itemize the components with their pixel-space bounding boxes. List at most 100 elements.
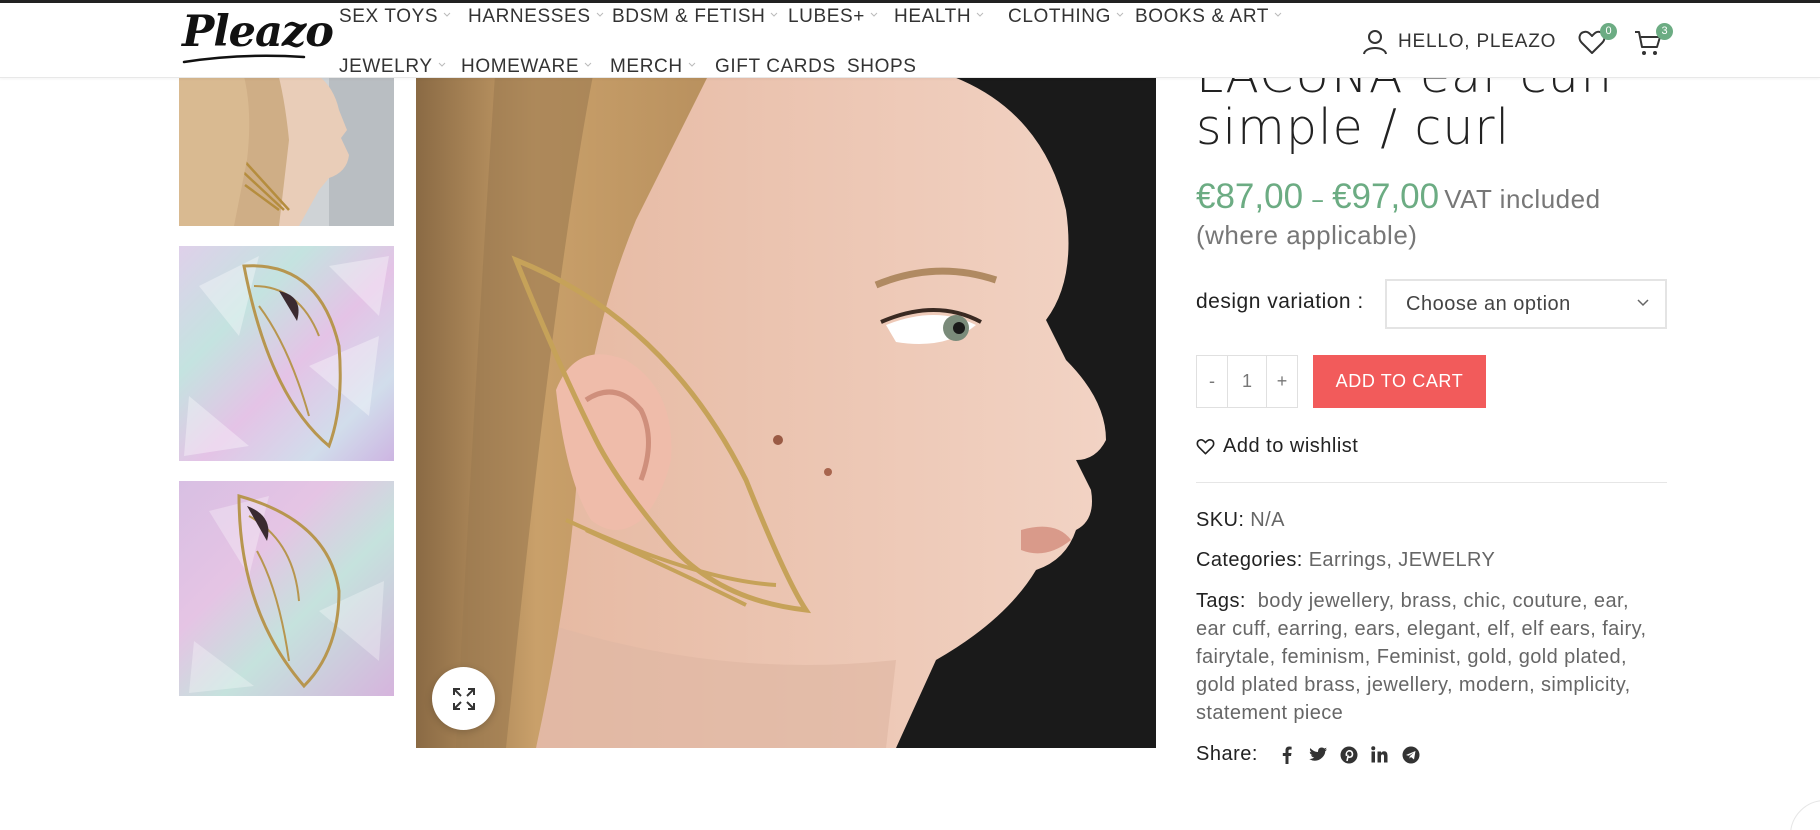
chevron-down-icon: [1637, 299, 1649, 307]
quantity-input[interactable]: 1: [1227, 356, 1267, 407]
tags-row: Tags: body jewellery, brass, chic, coutu…: [1196, 590, 1647, 724]
tag-link[interactable]: chic: [1463, 590, 1500, 612]
tag-link[interactable]: gold plated brass: [1196, 674, 1355, 696]
main-product-image[interactable]: [416, 60, 1156, 748]
summary-divider: [1196, 482, 1667, 483]
tag-link[interactable]: ears: [1354, 618, 1395, 640]
site-header: Pleazo SEX TOYS HARNESSES BDSM & FETISH LUB…: [0, 3, 1820, 78]
tag-link[interactable]: jewellery: [1367, 674, 1447, 696]
cuff-holographic-image-1: [179, 246, 394, 461]
nav-item-label: SEX TOYS: [339, 6, 439, 27]
sku-label: SKU:: [1196, 509, 1245, 531]
nav-item-label: HEALTH: [894, 6, 972, 27]
model-ear-cuff-photo: [416, 60, 1156, 748]
nav-item-label: BOOKS & ART: [1135, 6, 1270, 27]
linkedin-icon[interactable]: [1371, 746, 1389, 764]
tag-link[interactable]: gold: [1467, 646, 1506, 668]
nav-item-clothing[interactable]: CLOTHING: [1008, 7, 1124, 27]
tag-link[interactable]: Feminist: [1377, 646, 1456, 668]
nav-item-label: GIFT CARDS: [715, 56, 836, 77]
site-logo[interactable]: Pleazo: [182, 11, 334, 54]
tag-link[interactable]: gold plated: [1519, 646, 1621, 668]
tag-link[interactable]: statement piece: [1196, 702, 1343, 724]
price-max: €97,00: [1332, 177, 1440, 216]
tag-link[interactable]: simplicity: [1541, 674, 1625, 696]
categories-row: Categories: Earrings, JEWELRY: [1196, 549, 1496, 571]
tag-link[interactable]: couture: [1512, 590, 1582, 612]
tag-link[interactable]: fairy: [1602, 618, 1640, 640]
design-variation-select[interactable]: Choose an option: [1385, 279, 1667, 329]
nav-item-bdsm-fetish[interactable]: BDSM & FETISH: [612, 7, 778, 27]
heart-icon: [1196, 439, 1215, 455]
quantity-decrease-button[interactable]: -: [1197, 356, 1227, 407]
expand-image-button[interactable]: [432, 667, 495, 730]
nav-item-label: MERCH: [610, 56, 683, 77]
categories-label: Categories:: [1196, 549, 1303, 571]
tag-link[interactable]: ear cuff: [1196, 618, 1266, 640]
tag-link[interactable]: modern: [1459, 674, 1529, 696]
chevron-down-icon: [865, 6, 878, 27]
header-cart-button[interactable]: 3: [1634, 23, 1673, 57]
nav-item-harnesses[interactable]: HARNESSES: [468, 7, 604, 27]
add-to-cart-button[interactable]: ADD TO CART: [1313, 355, 1486, 408]
chevron-down-icon: [438, 6, 451, 27]
quantity-increase-button[interactable]: +: [1267, 356, 1297, 407]
variation-label: design variation :: [1196, 290, 1364, 313]
nav-item-merch[interactable]: MERCH: [610, 57, 696, 77]
chevron-down-icon: [683, 56, 696, 77]
chevron-down-icon: [971, 6, 984, 27]
add-to-wishlist-link[interactable]: Add to wishlist: [1196, 435, 1358, 458]
tag-link[interactable]: brass: [1401, 590, 1452, 612]
model-profile-thumbnail-image: [179, 60, 394, 226]
tag-link[interactable]: body jewellery: [1258, 590, 1389, 612]
price-separator: –: [1311, 185, 1325, 215]
thumbnail-cuff-holographic-1[interactable]: [179, 246, 394, 461]
chevron-down-icon: [1111, 6, 1124, 27]
tag-link[interactable]: elf: [1487, 618, 1509, 640]
tags-label: Tags:: [1196, 590, 1246, 612]
chevron-down-icon: [765, 6, 778, 27]
header-wishlist-button[interactable]: 0: [1578, 23, 1617, 57]
product-price: €87,00– €97,00 VAT included (where applic…: [1196, 177, 1666, 255]
product-title-line-2: simple / curl: [1196, 99, 1511, 156]
tag-link[interactable]: fairytale: [1196, 646, 1270, 668]
account-link[interactable]: HELLO, PLEAZO: [1362, 29, 1556, 55]
tag-link[interactable]: elegant: [1407, 618, 1475, 640]
nav-item-jewelry[interactable]: JEWELRY: [339, 57, 446, 77]
facebook-icon[interactable]: [1278, 746, 1296, 764]
chevron-down-icon: [433, 56, 446, 77]
quantity-stepper: - 1 +: [1196, 355, 1298, 408]
nav-item-homeware[interactable]: HOMEWARE: [461, 57, 592, 77]
share-label: Share:: [1196, 743, 1258, 765]
category-link-earrings[interactable]: Earrings: [1309, 549, 1387, 571]
nav-item-books-art[interactable]: BOOKS & ART: [1135, 7, 1282, 27]
nav-item-health[interactable]: HEALTH: [894, 7, 984, 27]
tag-link[interactable]: earring: [1277, 618, 1342, 640]
nav-item-label: SHOPS: [847, 56, 917, 77]
nav-item-sex-toys[interactable]: SEX TOYS: [339, 7, 451, 27]
cuff-holographic-image-2: [179, 481, 394, 696]
tag-link[interactable]: feminism: [1282, 646, 1365, 668]
logo-underline: [182, 54, 306, 64]
telegram-icon[interactable]: [1402, 746, 1420, 764]
nav-item-label: JEWELRY: [339, 56, 433, 77]
thumbnail-model-profile[interactable]: [179, 60, 394, 226]
tag-link[interactable]: elf ears: [1521, 618, 1590, 640]
nav-item-lubes[interactable]: LUBES+: [788, 7, 878, 27]
pinterest-icon[interactable]: [1340, 746, 1358, 764]
category-link-jewelry[interactable]: JEWELRY: [1398, 549, 1495, 571]
scroll-to-top-button[interactable]: [1790, 800, 1820, 830]
thumbnail-cuff-holographic-2[interactable]: [179, 481, 394, 696]
nav-item-label: LUBES+: [788, 6, 866, 27]
nav-item-label: HOMEWARE: [461, 56, 580, 77]
nav-item-label: CLOTHING: [1008, 6, 1111, 27]
nav-item-shops[interactable]: SHOPS: [847, 57, 917, 77]
sku-value: N/A: [1250, 509, 1285, 531]
user-icon: [1363, 30, 1387, 55]
tag-link[interactable]: ear: [1594, 590, 1623, 612]
wishlist-count-badge: 0: [1600, 23, 1617, 40]
twitter-icon[interactable]: [1308, 746, 1327, 764]
nav-item-label: HARNESSES: [468, 6, 591, 27]
nav-item-gift-cards[interactable]: GIFT CARDS: [715, 57, 836, 77]
add-to-wishlist-label: Add to wishlist: [1223, 435, 1359, 457]
